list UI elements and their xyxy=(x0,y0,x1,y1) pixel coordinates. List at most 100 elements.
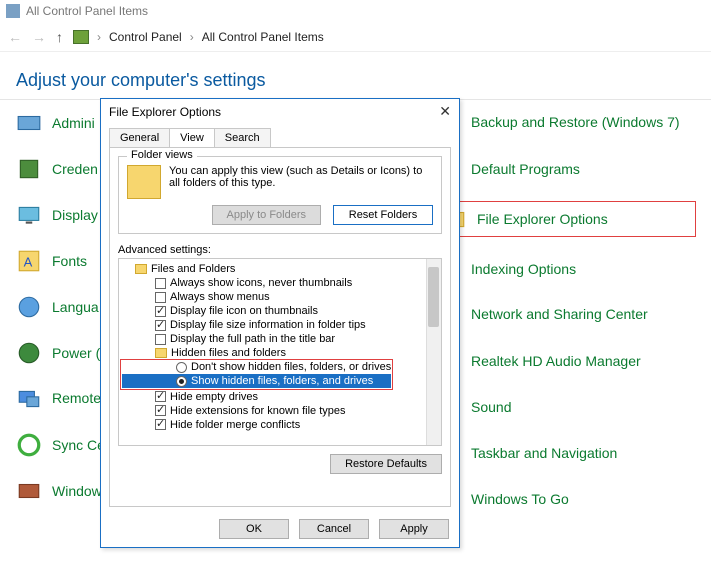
checkbox-icon[interactable] xyxy=(155,419,166,430)
cp-item-label: Network and Sharing Center xyxy=(471,307,648,322)
remote-icon xyxy=(16,386,42,412)
radio-icon[interactable] xyxy=(176,376,187,387)
forward-icon[interactable]: → xyxy=(32,29,46,45)
tree-item[interactable]: Hide empty drives xyxy=(121,390,439,404)
file-explorer-options-dialog: File Explorer Options ✕ General View Sea… xyxy=(100,98,460,548)
tree-root: Files and Folders xyxy=(121,262,439,276)
right-column: Backup and Restore (Windows 7) Default P… xyxy=(435,106,695,512)
monitor-icon xyxy=(16,202,42,228)
radio-show-hidden[interactable]: Show hidden files, folders, and drives xyxy=(122,374,391,388)
advanced-settings-label: Advanced settings: xyxy=(118,244,442,256)
folder-views-text: You can apply this view (such as Details… xyxy=(169,165,433,189)
breadcrumb-current[interactable]: All Control Panel Items xyxy=(202,30,324,44)
tree-item[interactable]: Always show menus xyxy=(121,290,439,304)
cp-item-label: File Explorer Options xyxy=(477,211,608,227)
fonts-icon: A xyxy=(16,248,42,274)
window-title: All Control Panel Items xyxy=(26,4,148,18)
up-icon[interactable]: ↑ xyxy=(56,29,63,45)
svg-text:A: A xyxy=(24,254,33,269)
folder-icon xyxy=(127,165,161,199)
checkbox-icon[interactable] xyxy=(155,405,166,416)
cp-item-label: Creden xyxy=(52,161,98,177)
reset-folders-button[interactable]: Reset Folders xyxy=(333,205,433,225)
dialog-button-row: OK Cancel Apply xyxy=(219,519,449,539)
tree-item-label: Display the full path in the title bar xyxy=(170,333,335,345)
cp-item-label: Backup and Restore (Windows 7) xyxy=(471,115,680,130)
cp-item-default-programs[interactable]: Default Programs xyxy=(435,156,695,182)
globe-icon xyxy=(16,294,42,320)
cp-item-network[interactable]: Network and Sharing Center xyxy=(435,302,695,328)
safe-icon xyxy=(16,156,42,182)
control-panel-icon xyxy=(6,4,20,18)
tree-item[interactable]: Hide folder merge conflicts xyxy=(121,418,439,432)
cp-item-realtek[interactable]: Realtek HD Audio Manager xyxy=(435,348,695,374)
tab-view[interactable]: View xyxy=(169,128,215,147)
folder-icon xyxy=(135,264,147,274)
tree-item[interactable]: Display file icon on thumbnails xyxy=(121,304,439,318)
radio-dont-show-hidden[interactable]: Don't show hidden files, folders, or dri… xyxy=(122,360,391,374)
cp-item-label: Window xyxy=(52,483,102,499)
power-icon xyxy=(16,340,42,366)
radio-icon[interactable] xyxy=(176,362,187,373)
tree-group-label: Hidden files and folders xyxy=(171,347,286,359)
checkbox-icon[interactable] xyxy=(155,306,166,317)
cp-item-indexing[interactable]: Indexing Options xyxy=(435,256,695,282)
scrollbar[interactable] xyxy=(426,259,441,445)
cp-item-windows-to-go[interactable]: Windows To Go xyxy=(435,486,695,512)
cp-item-label: Windows To Go xyxy=(471,491,569,507)
advanced-settings-tree[interactable]: Files and Folders Always show icons, nev… xyxy=(118,258,442,446)
cp-item-label: Power ( xyxy=(52,345,100,361)
tree-item-label: Hide folder merge conflicts xyxy=(170,419,300,431)
page-title: Adjust your computer's settings xyxy=(0,52,711,99)
tree-item[interactable]: Always show icons, never thumbnails xyxy=(121,276,439,290)
cancel-button[interactable]: Cancel xyxy=(299,519,369,539)
tree-item[interactable]: Display the full path in the title bar xyxy=(121,332,439,346)
tree-item-label: Always show icons, never thumbnails xyxy=(170,277,352,289)
dialog-title-bar[interactable]: File Explorer Options ✕ xyxy=(101,99,459,124)
tools-icon xyxy=(16,110,42,136)
close-icon[interactable]: ✕ xyxy=(439,103,451,120)
cp-item-taskbar[interactable]: Taskbar and Navigation xyxy=(435,440,695,466)
cp-item-label: Sync Ce xyxy=(52,437,105,453)
tree-item-label: Display file size information in folder … xyxy=(170,319,366,331)
checkbox-icon[interactable] xyxy=(155,292,166,303)
folder-views-group: Folder views You can apply this view (su… xyxy=(118,156,442,234)
cp-item-label: Realtek HD Audio Manager xyxy=(471,353,641,369)
tab-general[interactable]: General xyxy=(109,128,170,147)
cp-item-label: Display xyxy=(52,207,98,223)
brick-icon xyxy=(16,478,42,504)
cp-item-sound[interactable]: Sound xyxy=(435,394,695,420)
chevron-right-icon: › xyxy=(97,30,101,44)
back-icon[interactable]: ← xyxy=(8,29,22,45)
apply-to-folders-button: Apply to Folders xyxy=(212,205,321,225)
tree-item-label: Hide extensions for known file types xyxy=(170,405,345,417)
tree-item-label: Hide empty drives xyxy=(170,391,258,403)
sync-icon xyxy=(16,432,42,458)
cp-item-label: Sound xyxy=(471,399,511,415)
dialog-title: File Explorer Options xyxy=(109,105,221,119)
checkbox-icon[interactable] xyxy=(155,334,166,345)
window-title-bar: All Control Panel Items xyxy=(0,0,711,22)
checkbox-icon[interactable] xyxy=(155,391,166,402)
checkbox-icon[interactable] xyxy=(155,278,166,289)
tree-item[interactable]: Display file size information in folder … xyxy=(121,318,439,332)
checkbox-icon[interactable] xyxy=(155,320,166,331)
cp-item-label: Default Programs xyxy=(471,161,580,177)
apply-button[interactable]: Apply xyxy=(379,519,449,539)
tree-root-label: Files and Folders xyxy=(151,263,235,275)
radio-label: Don't show hidden files, folders, or dri… xyxy=(191,361,391,373)
folder-views-legend: Folder views xyxy=(127,149,197,161)
tree-item[interactable]: Hide extensions for known file types xyxy=(121,404,439,418)
cp-item-file-explorer-options[interactable]: File Explorer Options xyxy=(435,202,695,236)
breadcrumb-root[interactable]: Control Panel xyxy=(109,30,182,44)
cp-item-label: Admini xyxy=(52,115,95,131)
scrollbar-thumb[interactable] xyxy=(428,267,439,327)
breadcrumb[interactable]: › Control Panel › All Control Panel Item… xyxy=(73,30,324,44)
cp-item-backup[interactable]: Backup and Restore (Windows 7) xyxy=(435,110,695,136)
tree-item-label: Always show menus xyxy=(170,291,270,303)
tab-search[interactable]: Search xyxy=(214,128,271,147)
ok-button[interactable]: OK xyxy=(219,519,289,539)
tab-panel-view: Folder views You can apply this view (su… xyxy=(109,147,451,507)
cp-item-label: Langua xyxy=(52,299,99,315)
restore-defaults-button[interactable]: Restore Defaults xyxy=(330,454,442,474)
